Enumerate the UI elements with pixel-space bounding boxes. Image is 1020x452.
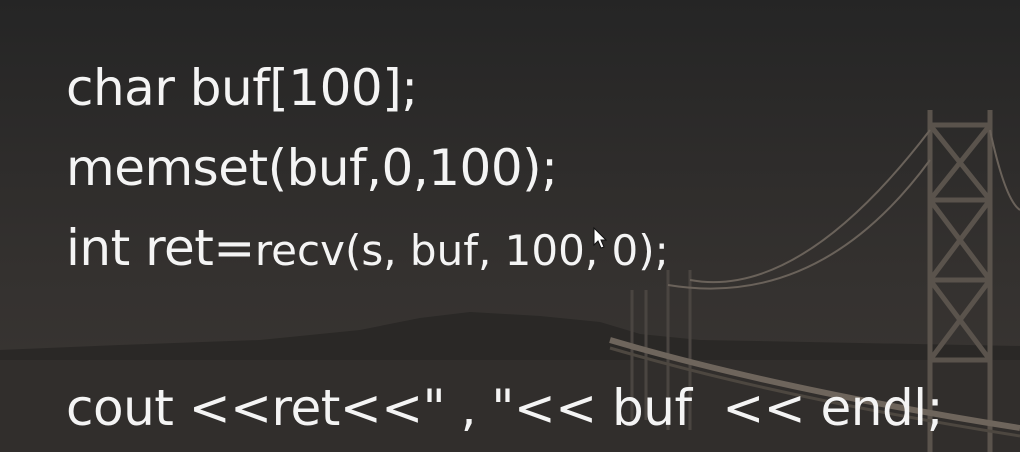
code-line-memset: memset(buf,0,100); <box>66 139 558 197</box>
slide-canvas: char buf[100]; memset(buf,0,100); int re… <box>0 0 1020 452</box>
code-snippet: char buf[100]; memset(buf,0,100); int re… <box>66 48 943 448</box>
code-line-cout: cout <<ret<<" , "<< buf << endl; <box>66 379 943 437</box>
mouse-pointer-icon <box>593 227 607 249</box>
code-line-recv: int ret=recv(s, buf, 100, 0); <box>66 208 943 288</box>
code-line-declaration: char buf[100]; <box>66 59 418 117</box>
code-ret-assignment: int ret= <box>66 219 255 277</box>
